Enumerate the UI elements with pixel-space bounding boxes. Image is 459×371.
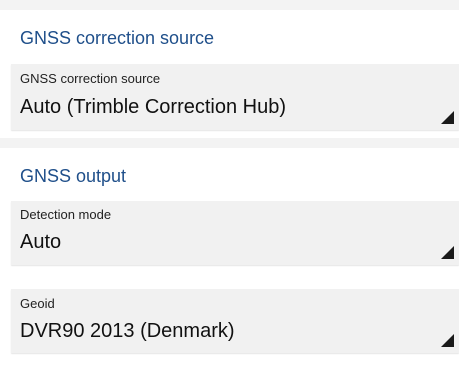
geoid-label: Geoid xyxy=(20,296,55,311)
correction-section-header: GNSS correction source xyxy=(0,10,459,62)
section-separator xyxy=(0,138,459,148)
gnss-correction-source-label: GNSS correction source xyxy=(20,71,161,86)
settings-page: GNSS correction source GNSS correction s… xyxy=(0,0,459,371)
detection-mode-label: Detection mode xyxy=(20,207,112,222)
gnss-correction-source-value: Auto (Trimble Correction Hub) xyxy=(20,96,287,118)
geoid-dropdown[interactable]: Geoid DVR90 2013 (Denmark) xyxy=(11,289,459,353)
output-section-header: GNSS output xyxy=(0,148,459,200)
output-section-title: GNSS output xyxy=(20,166,127,186)
geoid-value: DVR90 2013 (Denmark) xyxy=(20,320,235,342)
dropdown-corner-icon xyxy=(441,246,454,259)
gnss-correction-source-dropdown[interactable]: GNSS correction source Auto (Trimble Cor… xyxy=(11,64,459,130)
dropdown-corner-icon xyxy=(441,334,454,347)
detection-mode-dropdown[interactable]: Detection mode Auto xyxy=(11,201,459,265)
correction-section-title: GNSS correction source xyxy=(20,28,215,48)
section-separator xyxy=(0,0,459,10)
detection-mode-value: Auto xyxy=(20,231,62,253)
dropdown-corner-icon xyxy=(441,111,454,124)
